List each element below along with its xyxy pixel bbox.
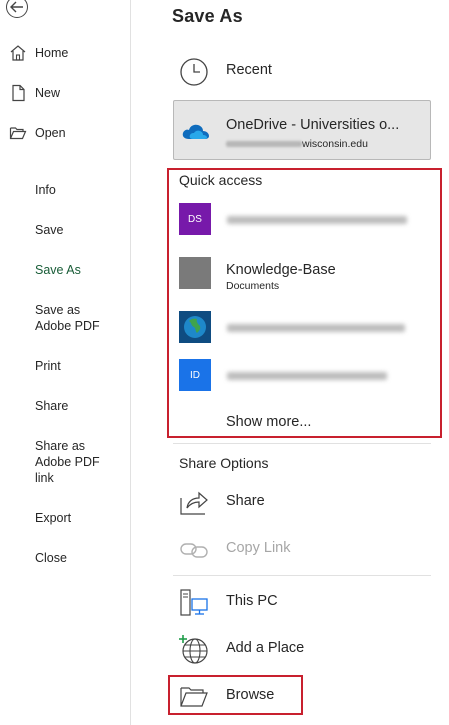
nav-save-label: Save [35, 223, 64, 237]
onedrive-account: wisconsin.edu [226, 138, 368, 150]
backstage-nav: Home New Open Info Save Save As Save as … [0, 0, 131, 725]
nav-open-label: Open [35, 126, 66, 140]
nav-info-label: Info [35, 183, 56, 197]
redacted-name [227, 372, 387, 380]
nav-save-as-label: Save As [35, 263, 81, 277]
nav-print-label: Print [35, 359, 61, 373]
redacted-name [227, 324, 405, 332]
onedrive-cloud-icon [181, 121, 211, 141]
show-more-link[interactable]: Show more... [226, 414, 311, 430]
location-this-pc-label: This PC [226, 593, 278, 609]
quick-access-item[interactable]: ID [179, 359, 429, 393]
location-recent-label: Recent [226, 62, 272, 78]
nav-export-label: Export [35, 511, 72, 525]
link-icon [179, 535, 209, 565]
folder-thumbnail-icon [179, 257, 211, 289]
share-icon [179, 488, 209, 518]
redacted-name [227, 216, 407, 224]
divider [173, 443, 431, 444]
sharepoint-site-icon: DS [179, 203, 211, 235]
back-arrow-icon[interactable] [6, 0, 28, 18]
nav-home-label: Home [35, 46, 69, 60]
share-option-share-label: Share [226, 493, 265, 509]
nav-share-as-adobe-pdf-link-label: Share as Adobe PDF link [35, 439, 100, 485]
nav-home[interactable]: Home [0, 44, 131, 64]
nav-share-label: Share [35, 399, 69, 413]
nav-new[interactable]: New [0, 84, 131, 104]
location-this-pc[interactable]: This PC [173, 580, 431, 624]
id-site-icon: ID [179, 359, 211, 391]
quick-access-item[interactable] [179, 311, 429, 345]
onedrive-name: OneDrive - Universities o... [226, 117, 400, 133]
quick-access-item[interactable]: Knowledge-Base Documents [179, 257, 429, 292]
redacted-account [226, 141, 302, 148]
new-document-icon [9, 84, 27, 102]
location-add-place[interactable]: Add a Place [173, 627, 431, 671]
page-title: Save As [172, 6, 243, 26]
nav-save-as-adobe-pdf-label: Save as Adobe PDF [35, 303, 100, 333]
share-option-copy-link-label: Copy Link [226, 540, 291, 556]
location-add-place-label: Add a Place [226, 640, 305, 656]
globe-site-icon [179, 311, 211, 343]
quick-access-item-name: Knowledge-Base [226, 262, 336, 278]
open-folder-icon [9, 124, 27, 142]
add-globe-icon [179, 635, 209, 665]
share-options-title: Share Options [179, 455, 269, 471]
clock-icon [179, 57, 209, 87]
nav-new-label: New [35, 86, 61, 100]
location-onedrive[interactable]: OneDrive - Universities o... wisconsin.e… [173, 100, 431, 160]
quick-access-item[interactable]: DS [179, 203, 429, 237]
location-recent[interactable]: Recent [173, 49, 431, 93]
quick-access-title: Quick access [179, 172, 263, 188]
browse-highlight [168, 675, 303, 715]
share-option-copy-link[interactable]: Copy Link [173, 527, 431, 571]
quick-access-item-sub: Documents [226, 280, 280, 292]
nav-open[interactable]: Open [0, 124, 131, 144]
home-icon [9, 44, 27, 62]
nav-close-label: Close [35, 551, 67, 565]
computer-icon [179, 588, 209, 618]
divider [173, 575, 431, 576]
share-option-share[interactable]: Share [173, 480, 431, 524]
